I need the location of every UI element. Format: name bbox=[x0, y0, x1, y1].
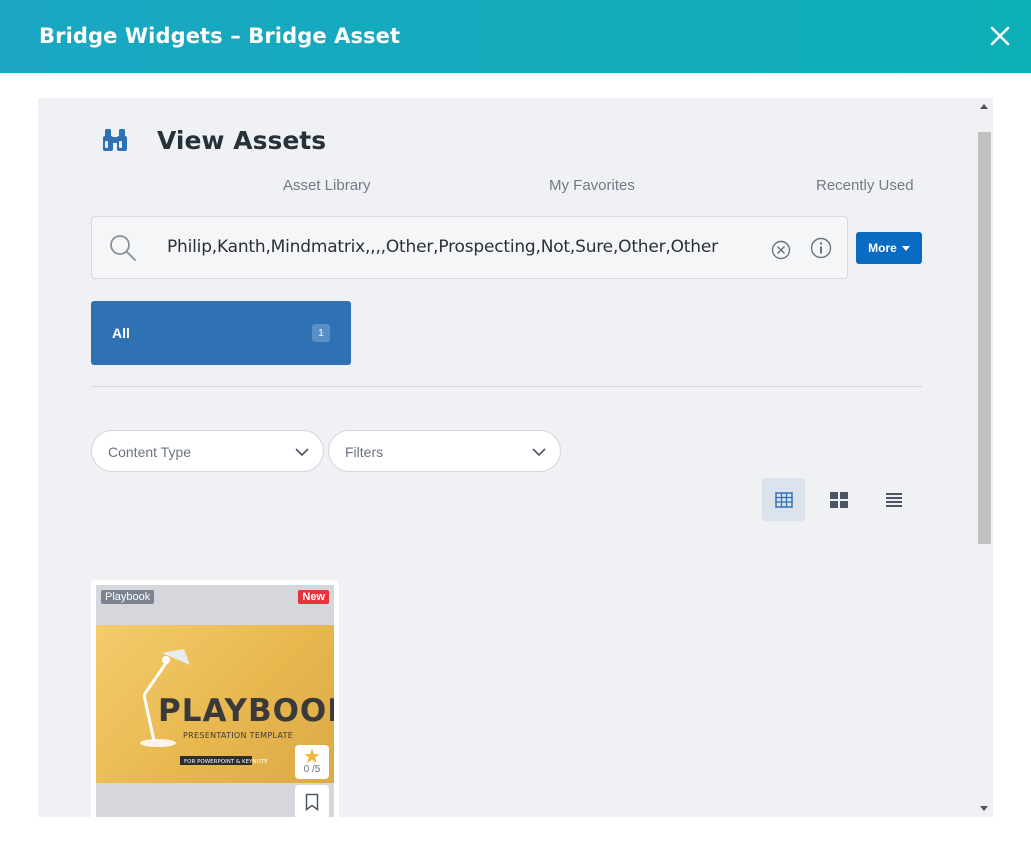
modal-title: Bridge Widgets – Bridge Asset bbox=[39, 24, 401, 48]
list-view-icon bbox=[885, 492, 902, 507]
clear-search-icon[interactable] bbox=[770, 239, 792, 261]
search-icon bbox=[110, 235, 136, 261]
asset-thumbnail[interactable]: PLAYBOOK PRESENTATION TEMPLATE FOR POWER… bbox=[96, 585, 334, 817]
asset-type-badge: Playbook bbox=[101, 590, 155, 604]
info-icon[interactable] bbox=[809, 236, 833, 260]
binoculars-icon bbox=[103, 129, 127, 151]
tab-recently-used[interactable]: Recently Used bbox=[816, 177, 914, 194]
content-type-dropdown[interactable]: Content Type bbox=[91, 430, 324, 472]
chevron-down-icon bbox=[295, 448, 309, 457]
svg-text:PRESENTATION TEMPLATE: PRESENTATION TEMPLATE bbox=[183, 731, 293, 740]
close-icon[interactable] bbox=[987, 23, 1013, 49]
bookmark-icon bbox=[305, 793, 319, 811]
page-title: View Assets bbox=[157, 126, 327, 155]
new-badge: New bbox=[298, 590, 329, 604]
star-icon bbox=[304, 749, 320, 763]
category-all[interactable]: All 1 bbox=[91, 301, 351, 365]
tab-asset-library[interactable]: Asset Library bbox=[283, 177, 371, 194]
list-view-button[interactable] bbox=[872, 478, 915, 521]
caret-down-icon bbox=[901, 245, 910, 251]
scrollbar[interactable] bbox=[976, 98, 993, 817]
svg-text:PLAYBOOK: PLAYBOOK bbox=[158, 693, 334, 729]
search-input[interactable]: Philip,Kanth,Mindmatrix,,,,Other,Prospec… bbox=[167, 237, 718, 257]
category-all-count: 1 bbox=[312, 324, 330, 342]
table-view-icon bbox=[774, 491, 793, 508]
filters-label: Filters bbox=[345, 444, 384, 460]
asset-card[interactable]: PLAYBOOK PRESENTATION TEMPLATE FOR POWER… bbox=[91, 580, 339, 817]
divider bbox=[91, 386, 922, 387]
page-heading: View Assets bbox=[100, 124, 326, 156]
table-view-button[interactable] bbox=[762, 478, 805, 521]
scroll-down-arrow-icon[interactable] bbox=[980, 806, 988, 811]
tab-my-favorites[interactable]: My Favorites bbox=[549, 177, 635, 194]
more-button[interactable]: More bbox=[856, 232, 922, 264]
rating-value: 0 /5 bbox=[303, 764, 321, 775]
more-button-label: More bbox=[868, 241, 897, 255]
scroll-up-arrow-icon[interactable] bbox=[980, 104, 988, 109]
scrollbar-thumb[interactable] bbox=[978, 132, 991, 544]
grid-view-button[interactable] bbox=[817, 478, 860, 521]
search-box[interactable]: Philip,Kanth,Mindmatrix,,,,Other,Prospec… bbox=[91, 216, 848, 279]
svg-text:FOR POWERPOINT & KEYNOTE: FOR POWERPOINT & KEYNOTE bbox=[184, 759, 268, 765]
assets-panel: View Assets Asset Library My Favorites R… bbox=[38, 98, 993, 817]
chevron-down-icon bbox=[532, 448, 546, 457]
rating-widget[interactable]: 0 /5 bbox=[295, 745, 329, 779]
grid-view-icon bbox=[829, 491, 848, 508]
filters-dropdown[interactable]: Filters bbox=[328, 430, 561, 472]
content-type-label: Content Type bbox=[108, 444, 192, 460]
modal-header: Bridge Widgets – Bridge Asset bbox=[0, 0, 1031, 73]
category-all-label: All bbox=[112, 325, 130, 341]
bookmark-button[interactable] bbox=[295, 785, 329, 817]
